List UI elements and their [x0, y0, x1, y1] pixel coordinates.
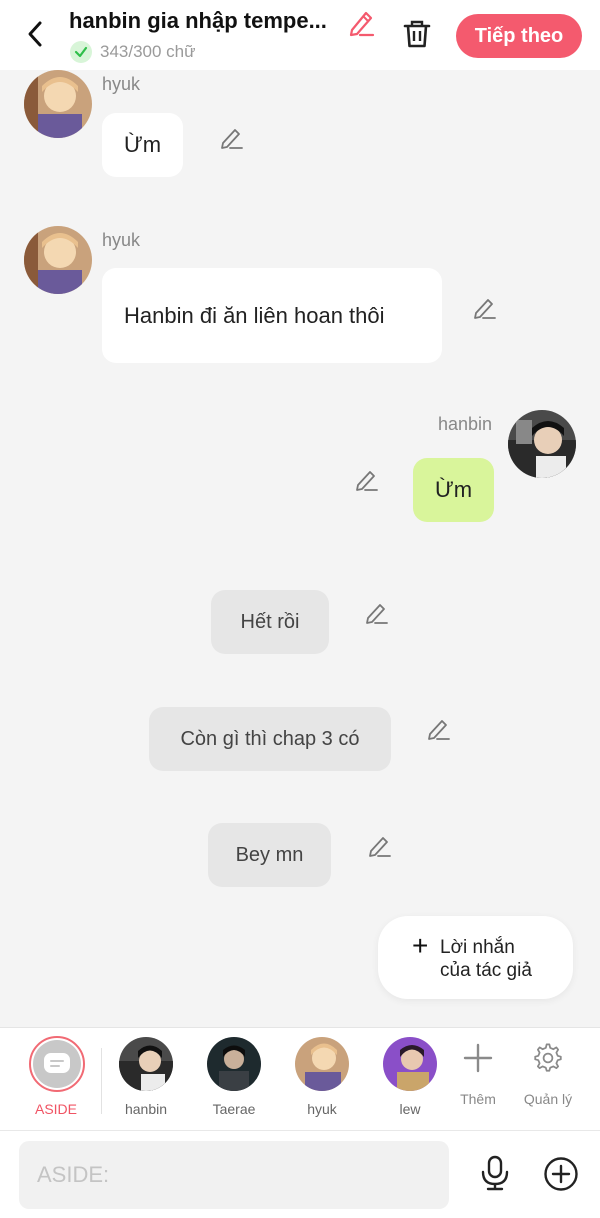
story-title[interactable]: hanbin gia nhập tempe... [69, 8, 345, 34]
pencil-icon [366, 604, 388, 624]
pencil-icon [221, 129, 243, 149]
gear-icon [533, 1040, 563, 1076]
message-input[interactable] [19, 1141, 449, 1209]
edit-message-button[interactable] [363, 600, 389, 626]
add-media-button[interactable] [543, 1156, 579, 1192]
avatar-hyuk[interactable] [24, 70, 92, 138]
edit-message-button[interactable] [218, 125, 244, 151]
character-name: hyuk [307, 1101, 337, 1117]
author-note-line1: Lời nhắn [440, 937, 515, 958]
author-note-line2: của tác giả [440, 960, 532, 981]
pencil-icon [369, 837, 391, 857]
back-button[interactable] [20, 18, 50, 50]
character-name: lew [399, 1101, 421, 1117]
narration-bubble[interactable]: Bey mn [208, 823, 331, 887]
pencil-icon [356, 471, 378, 491]
back-icon [28, 21, 42, 47]
input-bar [0, 1130, 600, 1218]
character-hyuk[interactable]: hyuk [282, 1037, 362, 1121]
plus-icon: + [412, 930, 429, 961]
aside-character[interactable] [29, 1036, 85, 1092]
word-count-text: 343/300 chữ [100, 42, 196, 61]
avatar [383, 1037, 437, 1091]
edit-message-button[interactable] [471, 295, 497, 321]
sender-name: hyuk [102, 74, 141, 94]
pencil-icon [349, 11, 375, 37]
divider [101, 1048, 102, 1114]
check-icon [70, 41, 92, 63]
character-hanbin[interactable]: hanbin [106, 1037, 186, 1121]
manage-button[interactable]: Quản lý [513, 1040, 583, 1110]
avatar [295, 1037, 349, 1091]
trash-icon [403, 20, 431, 48]
mic-icon [481, 1155, 509, 1191]
pencil-icon [474, 299, 496, 319]
avatar-hanbin[interactable] [508, 410, 576, 478]
character-name: hanbin [124, 1101, 168, 1117]
next-button[interactable]: Tiếp theo [456, 14, 582, 58]
manage-label: Quản lý [523, 1091, 573, 1107]
top-bar: hanbin gia nhập tempe... 343/300 chữ Tiế… [0, 0, 600, 70]
character-name: Taerae [212, 1101, 256, 1117]
add-character-button[interactable]: Thêm [443, 1040, 513, 1110]
add-character-label: Thêm [460, 1091, 496, 1107]
edit-message-button[interactable] [425, 716, 451, 742]
author-note-label: Lời nhắn của tác giả [440, 936, 560, 982]
aside-avatar [33, 1040, 81, 1088]
message-icon [44, 1053, 70, 1073]
sender-name: hanbin [438, 414, 493, 434]
message-bubble[interactable]: Ừm [413, 458, 495, 522]
sender-name: hyuk [102, 230, 141, 250]
chat-area[interactable]: hyuk Ừm hyuk Hanbin đi ăn liên hoan thôi… [0, 70, 600, 1027]
delete-button[interactable] [400, 17, 434, 51]
add-circle-icon [544, 1157, 578, 1191]
plus-icon [463, 1040, 493, 1076]
mic-button[interactable] [478, 1155, 512, 1191]
message-bubble[interactable]: Hanbin đi ăn liên hoan thôi [102, 268, 442, 363]
author-note-button[interactable]: + Lời nhắn của tác giả [378, 916, 573, 999]
word-count: 343/300 chữ [70, 41, 196, 63]
narration-bubble[interactable]: Hết rồi [211, 590, 329, 654]
message-bubble[interactable]: Ừm [102, 113, 184, 177]
pencil-icon [428, 720, 450, 740]
avatar [119, 1037, 173, 1091]
edit-title-button[interactable] [346, 8, 376, 38]
avatar-hyuk[interactable] [24, 226, 92, 294]
character-taerae[interactable]: Taerae [194, 1037, 274, 1121]
avatar [207, 1037, 261, 1091]
edit-message-button[interactable] [353, 467, 379, 493]
edit-message-button[interactable] [366, 833, 392, 859]
aside-label: ASIDE [34, 1101, 77, 1117]
character-lew[interactable]: lew [370, 1037, 450, 1121]
narration-bubble[interactable]: Còn gì thì chap 3 có [149, 707, 391, 771]
